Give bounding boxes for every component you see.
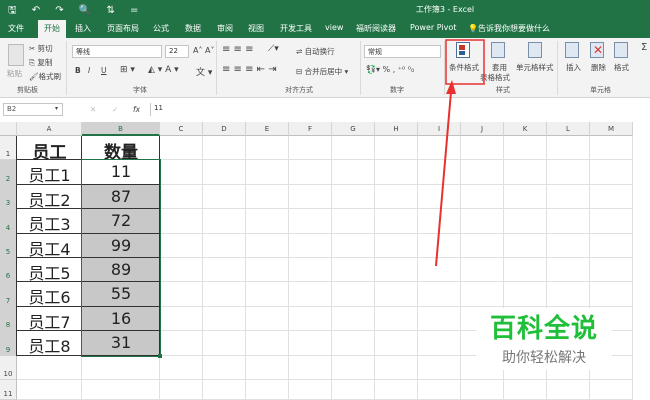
watermark: 百科全说 助你轻松解决: [476, 308, 612, 370]
highlight-box: [445, 39, 485, 85]
annotation-arrow: [435, 91, 452, 267]
arrow-head-icon: [446, 80, 456, 94]
watermark-title: 百科全说: [489, 314, 598, 344]
watermark-subtitle: 助你轻松解决: [502, 350, 586, 366]
